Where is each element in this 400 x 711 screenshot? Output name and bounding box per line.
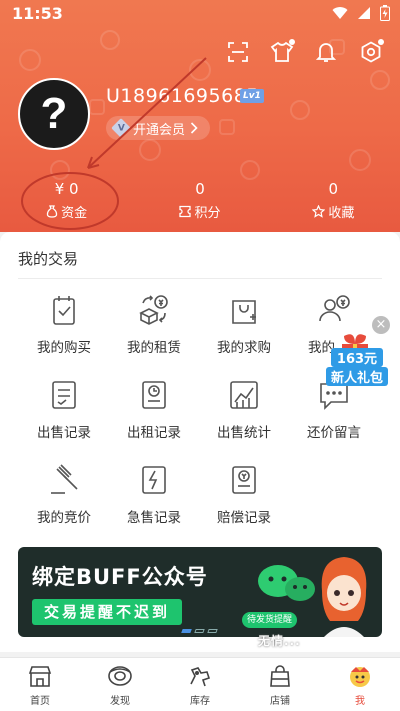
banner-title: 绑定BUFF公众号 (32, 565, 208, 589)
menu-my-rentals[interactable]: 我的租赁 (108, 293, 200, 373)
rental-exchange-icon (139, 295, 168, 325)
stat-favorites[interactable]: 0 收藏 (267, 180, 400, 224)
anime-mascot-icon (321, 557, 367, 637)
store-bag-icon (270, 665, 290, 687)
user-yen-icon (319, 295, 350, 322)
carousel-dot (207, 629, 218, 633)
menu-compensation-records[interactable]: 赔偿记录 (198, 463, 290, 543)
signal-icon (358, 7, 370, 19)
wifi-icon (332, 7, 348, 20)
banner-tag: 待发货提醒 (242, 612, 298, 628)
status-time: 11:53 (12, 4, 63, 23)
tab-label: 库存 (190, 696, 210, 707)
money-bag-icon (46, 205, 58, 218)
purchase-clipboard-icon (53, 296, 75, 325)
stat-label: 收藏 (328, 206, 355, 221)
inventory-icon (190, 667, 211, 687)
scan-icon[interactable] (224, 38, 252, 66)
tab-home[interactable]: 首页 (0, 658, 80, 711)
close-icon[interactable]: × (372, 316, 390, 334)
rent-record-icon (142, 381, 166, 409)
stat-label: 积分 (194, 206, 221, 221)
stat-label: 资金 (61, 206, 88, 221)
settings-gear-icon[interactable] (357, 38, 385, 66)
stat-value: ¥ 0 (54, 180, 79, 198)
carousel-dot (194, 629, 205, 633)
vip-button-label: 开通会员 (133, 122, 186, 138)
menu-my-wanted[interactable]: 我的求购 (198, 293, 290, 373)
carousel-indicator (181, 629, 218, 633)
menu-label: 我的租赁 (127, 340, 181, 356)
avatar[interactable]: ? (18, 78, 90, 150)
star-icon (312, 205, 326, 218)
gift-text: 新人礼包 (326, 367, 388, 386)
menu-rent-records[interactable]: 出租记录 (108, 378, 200, 458)
status-bar: 11:53 (0, 0, 400, 28)
banner-subtitle: 交易提醒不迟到 (32, 599, 183, 625)
new-dot (378, 39, 384, 45)
compensation-icon (232, 466, 256, 494)
notification-bell-icon[interactable] (312, 38, 340, 66)
avatar-placeholder-glyph: ? (40, 89, 68, 138)
menu-quick-sale-records[interactable]: 急售记录 (108, 463, 200, 543)
tab-label: 首页 (30, 696, 50, 707)
ticket-icon (179, 205, 192, 218)
sales-record-icon (52, 381, 76, 409)
menu-sales-stats[interactable]: 出售统计 (198, 378, 290, 458)
promo-banner[interactable]: 绑定BUFF公众号 交易提醒不迟到 待发货提醒 (18, 547, 382, 637)
sales-chart-icon (230, 381, 258, 409)
home-shop-icon (28, 666, 52, 687)
menu-label: 赔偿记录 (217, 510, 271, 526)
level-badge: Lv1 (240, 89, 264, 103)
stat-points[interactable]: 0 积分 (133, 180, 266, 224)
stat-funds[interactable]: ¥ 0 资金 (0, 180, 133, 224)
gift-amount: 163元 (331, 348, 383, 367)
battery-icon (380, 5, 390, 21)
menu-my-bids[interactable]: 我的竞价 (18, 463, 110, 543)
menu-label: 出售记录 (37, 425, 91, 441)
open-vip-button[interactable]: V 开通会员 (106, 116, 211, 140)
chevron-right-icon (190, 122, 198, 134)
tab-me[interactable]: 我 (320, 658, 400, 711)
me-avatar-icon (350, 667, 370, 687)
menu-sales-records[interactable]: 出售记录 (18, 378, 110, 458)
account-stats: ¥ 0 资金 0 积分 0 收藏 (0, 180, 400, 224)
vip-diamond-icon: V (111, 118, 131, 138)
tab-label: 店铺 (270, 696, 290, 707)
tab-label: 发现 (110, 696, 130, 707)
stat-value: 0 (328, 180, 339, 198)
bottom-tab-bar: 首页 发现 库存 店铺 我 (0, 657, 400, 711)
watermark-text: 无情... (258, 634, 301, 648)
tab-inventory[interactable]: 库存 (160, 658, 240, 711)
menu-label: 我的竞价 (37, 510, 91, 526)
clothing-icon[interactable] (268, 38, 296, 66)
menu-label: 出售统计 (217, 425, 271, 441)
tab-store[interactable]: 店铺 (240, 658, 320, 711)
stat-value: 0 (195, 180, 205, 198)
menu-label: 出租记录 (127, 425, 181, 441)
menu-my-purchases[interactable]: 我的购买 (18, 293, 110, 373)
menu-label: 我的求购 (217, 340, 271, 356)
username: U18961695685 (106, 85, 259, 107)
quick-sale-icon (142, 466, 166, 494)
tab-discover[interactable]: 发现 (80, 658, 160, 711)
tab-label: 我 (355, 696, 365, 707)
new-dot (289, 39, 295, 45)
menu-label: 还价留言 (307, 425, 361, 441)
wanted-bag-icon (232, 300, 256, 324)
carousel-dot (181, 629, 192, 633)
divider (18, 278, 382, 279)
menu-label: 急售记录 (127, 510, 181, 526)
auction-gavel-icon (51, 464, 78, 494)
discover-icon (108, 666, 132, 686)
menu-label: 我的购买 (37, 340, 91, 356)
section-title: 我的交易 (18, 250, 79, 268)
